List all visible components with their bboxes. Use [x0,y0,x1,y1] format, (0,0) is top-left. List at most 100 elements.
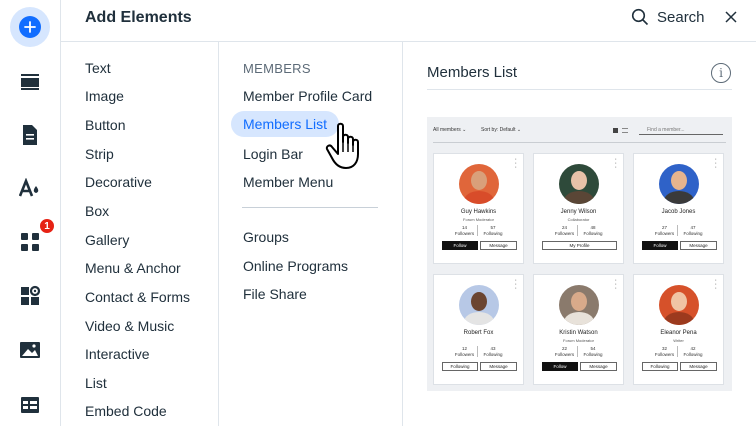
strip-icon [21,74,39,90]
follow-button: Following [442,362,478,371]
member-name: Eleanor Pena [660,330,697,336]
message-button: Message [580,362,617,371]
page-icon [23,125,37,145]
media-icon [20,342,40,358]
followers-label: Followers [554,351,575,357]
member-card: · · · Kristin Watson Forum Moderator 22 Follow… [533,274,624,385]
close-button[interactable] [722,8,740,31]
card-actions: Following Message [642,362,717,371]
member-stats: 14 Followers 57 Following [452,225,508,238]
following-count: 43 [490,346,496,351]
member-search-field: Find a member... [639,125,723,135]
avatar [459,164,499,204]
following-label: Following [683,351,703,357]
cms-button[interactable] [14,389,46,421]
follow-button: Follow [442,241,478,250]
following-label: Following [583,230,603,236]
followers-count: 14 [461,225,467,230]
followers-label: Followers [654,351,675,357]
member-name: Robert Fox [463,330,494,336]
follow-button: Following [642,362,678,371]
more-icon: · · · [514,156,517,171]
search-button[interactable]: Search [631,8,705,26]
category-strip[interactable]: Strip [85,146,114,162]
member-card: · · · Robert Fox 12 Followers 43 Following Follo… [433,274,524,385]
design-button[interactable] [14,172,46,204]
info-icon[interactable]: i [711,63,731,83]
avatar [459,285,499,325]
card-actions: Follow Message [542,362,617,371]
message-button: Message [680,362,717,371]
category-decorative[interactable]: Decorative [85,174,152,190]
member-card: · · · Guy Hawkins Forum Moderator 14 Followers… [433,153,524,264]
member-name: Jacob Jones [661,209,696,215]
member-role: Writer [673,338,684,343]
business-apps-button[interactable] [14,280,46,312]
category-menu-anchor[interactable]: Menu & Anchor [85,260,181,276]
category-embed-code[interactable]: Embed Code [85,403,167,419]
followers-count: 32 [661,346,667,351]
profile-button: My Profile [542,241,617,250]
category-box[interactable]: Box [85,203,109,219]
avatar [659,285,699,325]
following-count: 42 [690,346,696,351]
avatar [559,285,599,325]
sub-members-list[interactable]: Members List [231,111,340,137]
sub-member-menu[interactable]: Member Menu [243,174,333,190]
following-label: Following [683,230,703,236]
more-icon: · · · [714,156,717,171]
member-stats: 24 Followers 48 Following [552,225,608,238]
category-text[interactable]: Text [85,60,111,76]
panel-header: Add Elements Search [61,0,756,42]
add-elements-button[interactable] [10,7,50,47]
sections-button[interactable] [14,66,46,98]
media-button[interactable] [14,334,46,366]
followers-count: 22 [561,346,567,351]
close-icon [725,11,737,23]
category-interactive[interactable]: Interactive [85,346,150,362]
panel-title: Add Elements [85,9,192,26]
member-card: · · · Eleanor Pena Writer 32 Followers 42 Follow… [633,274,724,385]
pages-button[interactable] [14,119,46,151]
toolbar-divider [433,142,726,143]
more-icon: · · · [614,277,617,292]
category-image[interactable]: Image [85,88,124,104]
following-count: 57 [490,225,496,230]
followers-count: 27 [661,225,667,230]
more-icon: · · · [714,277,717,292]
followers-label: Followers [554,230,575,236]
sub-login-bar[interactable]: Login Bar [243,146,303,162]
member-role: Forum Moderator [463,217,494,222]
business-icon [21,285,41,305]
category-list[interactable]: List [85,375,107,391]
message-button: Message [480,241,517,250]
add-icon [19,16,41,38]
following-count: 47 [690,225,696,230]
sort-dropdown: Sort by: Default ⌄ [481,127,522,133]
avatar [659,164,699,204]
sub-member-profile-card[interactable]: Member Profile Card [243,88,372,104]
category-contact-forms[interactable]: Contact & Forms [85,289,190,305]
more-icon: · · · [514,277,517,292]
avatar [559,164,599,204]
sub-file-share[interactable]: File Share [243,286,307,302]
category-button[interactable]: Button [85,117,125,133]
member-role: Forum Moderator [563,338,594,343]
members-list-preview[interactable]: All members ⌄ Sort by: Default ⌄ Find a … [427,117,732,391]
member-name: Kristin Watson [559,330,598,336]
category-gallery[interactable]: Gallery [85,232,129,248]
preview-divider [427,89,732,90]
subcategory-list: MEMBERS Member Profile Card Members List… [219,42,403,426]
preview-title: Members List [427,64,518,81]
card-actions: Following Message [442,362,517,371]
member-stats: 27 Followers 47 Following [652,225,708,238]
sub-groups[interactable]: Groups [243,229,289,245]
search-label: Search [657,8,705,26]
sub-online-programs[interactable]: Online Programs [243,258,348,274]
divider [242,207,378,208]
grid-view-icon [613,128,618,133]
message-button: Message [480,362,517,371]
following-label: Following [483,351,503,357]
list-view-icon [622,128,628,133]
category-video-music[interactable]: Video & Music [85,318,174,334]
